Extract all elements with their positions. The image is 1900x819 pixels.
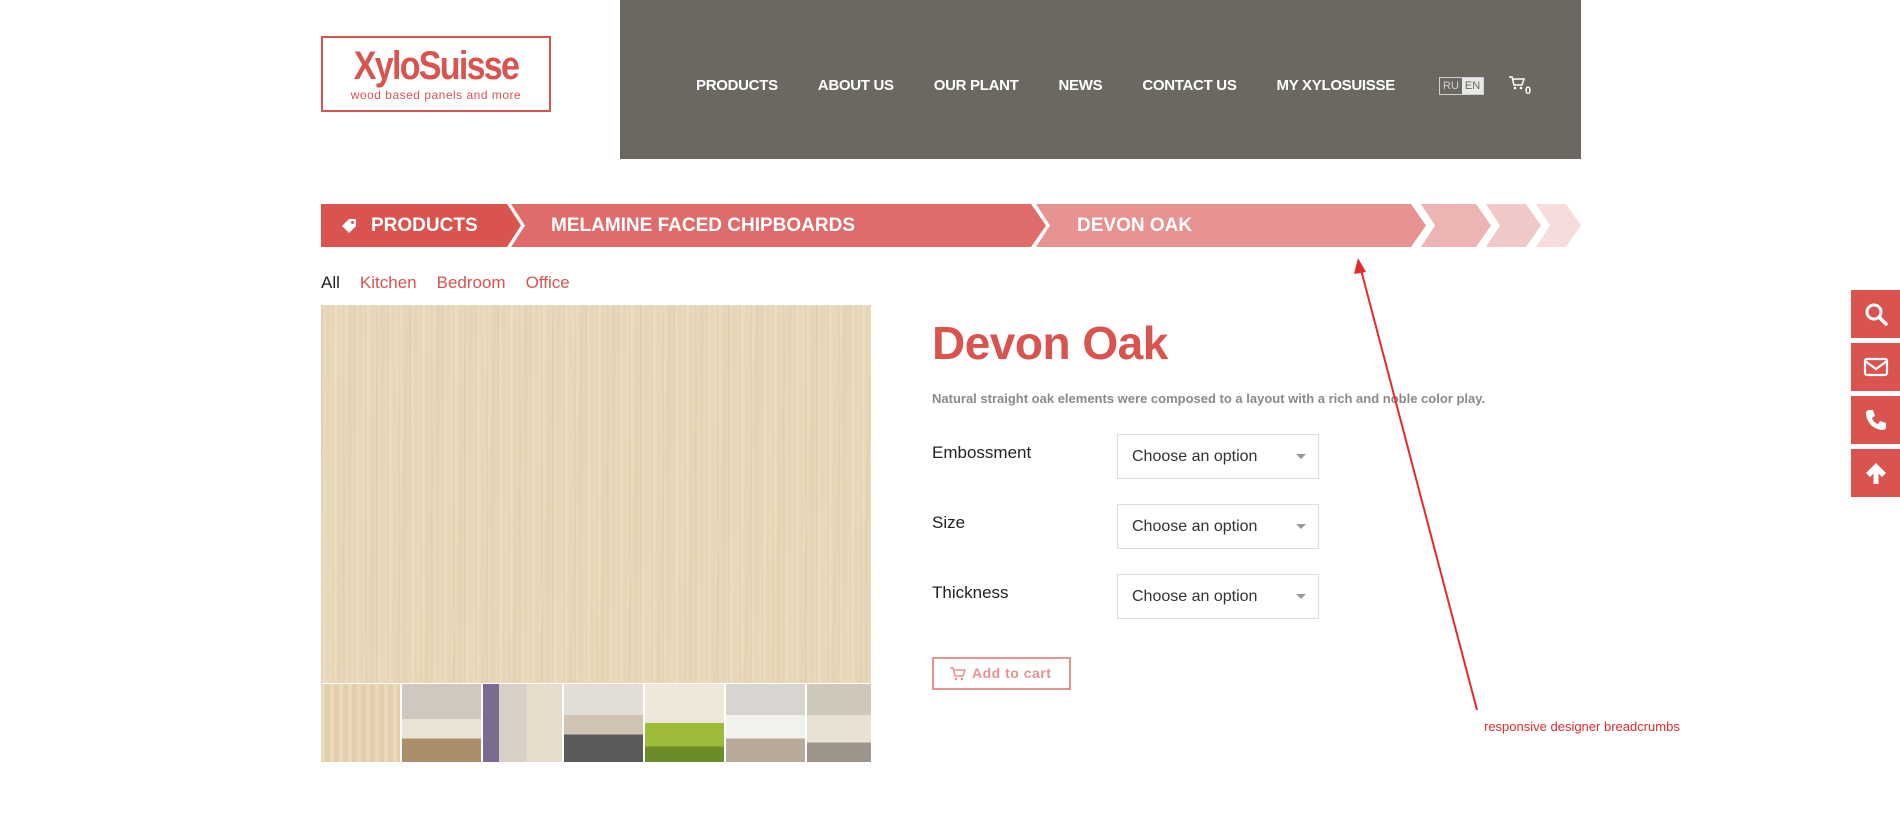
nav-item-contact-us[interactable]: CONTACT US	[1142, 77, 1237, 94]
side-phone-button[interactable]	[1851, 396, 1900, 444]
thumbnail-kids-room-scene[interactable]	[483, 684, 562, 762]
add-to-cart-button[interactable]: Add to cart	[932, 657, 1071, 690]
side-back-to-top-button[interactable]	[1851, 449, 1900, 497]
main-header: PRODUCTS ABOUT US OUR PLANT NEWS CONTACT…	[620, 0, 1581, 159]
cart-count: 0	[1525, 84, 1532, 97]
thumbnail-office-scene[interactable]	[807, 684, 871, 762]
nav-item-about-us[interactable]: ABOUT US	[818, 77, 894, 94]
breadcrumb-decor-chevron	[1536, 204, 1581, 247]
select-value: Choose an option	[1132, 448, 1258, 465]
thumbnail-decor-swatch[interactable]	[321, 684, 400, 762]
cart-icon	[1509, 76, 1526, 90]
envelope-icon	[1863, 357, 1888, 377]
nav-item-our-plant[interactable]: OUR PLANT	[934, 77, 1019, 94]
filter-kitchen[interactable]: Kitchen	[360, 273, 417, 293]
language-switcher: RU EN	[1439, 77, 1485, 95]
select-value: Choose an option	[1132, 518, 1258, 535]
breadcrumb-label: PRODUCTS	[371, 215, 478, 236]
breadcrumb-item-melamine[interactable]: MELAMINE FACED CHIPBOARDS	[511, 204, 1046, 247]
logo-wordmark: XylοSuisse	[353, 44, 520, 88]
lang-en[interactable]: EN	[1461, 78, 1484, 94]
thumbnail-kitchen-scene[interactable]	[564, 684, 643, 762]
filter-office[interactable]: Office	[526, 273, 570, 293]
side-search-button[interactable]	[1851, 290, 1900, 338]
nav-item-my-xylosuisse[interactable]: MY XYLOSUISSE	[1277, 77, 1396, 94]
option-label-thickness: Thickness	[932, 583, 1009, 602]
product-description: Natural straight oak elements were compo…	[932, 391, 1486, 406]
side-email-button[interactable]	[1851, 343, 1900, 391]
annotation-label: responsive designer breadcrumbs	[1484, 719, 1680, 734]
header-cart[interactable]: 0	[1509, 76, 1531, 97]
breadcrumb-label: DEVON OAK	[1077, 215, 1193, 236]
thumbnail-conference-room-scene[interactable]	[726, 684, 805, 762]
thumbnail-living-room-scene[interactable]	[645, 684, 724, 762]
nav-item-news[interactable]: NEWS	[1059, 77, 1103, 94]
product-main-image[interactable]	[321, 305, 871, 683]
lang-ru[interactable]: RU	[1440, 78, 1462, 94]
arrow-up-icon	[1865, 463, 1886, 484]
embossment-select[interactable]: Choose an option	[1117, 434, 1319, 479]
cart-icon	[950, 667, 966, 681]
add-to-cart-label: Add to cart	[972, 665, 1052, 681]
chevron-down-icon	[1296, 594, 1306, 599]
category-filters: All Kitchen Bedroom Office	[321, 273, 570, 293]
breadcrumb-item-current: DEVON OAK	[1036, 204, 1426, 247]
filter-bedroom[interactable]: Bedroom	[437, 273, 506, 293]
breadcrumb-item-products[interactable]: PRODUCTS	[321, 204, 521, 247]
filter-all[interactable]: All	[321, 273, 340, 293]
main-nav: PRODUCTS ABOUT US OUR PLANT NEWS CONTACT…	[696, 77, 1395, 94]
option-label-embossment: Embossment	[932, 443, 1032, 462]
product-title: Devon Oak	[932, 317, 1168, 369]
breadcrumb: PRODUCTS MELAMINE FACED CHIPBOARDS DEVON…	[321, 204, 1581, 247]
tag-icon	[342, 219, 356, 233]
search-icon	[1865, 303, 1888, 326]
site-logo[interactable]: XylοSuisse wood based panels and more	[321, 36, 551, 112]
phone-icon	[1865, 410, 1886, 430]
thumbnail-bedroom-scene[interactable]	[402, 684, 481, 762]
thumbnail-strip	[321, 684, 871, 762]
chevron-down-icon	[1296, 454, 1306, 459]
nav-item-products[interactable]: PRODUCTS	[696, 77, 778, 94]
option-label-size: Size	[932, 513, 966, 532]
breadcrumb-label: MELAMINE FACED CHIPBOARDS	[551, 215, 856, 236]
size-select[interactable]: Choose an option	[1117, 504, 1319, 549]
chevron-down-icon	[1296, 524, 1306, 529]
breadcrumb-decor-chevron	[1421, 204, 1491, 247]
thickness-select[interactable]: Choose an option	[1117, 574, 1319, 619]
logo-tagline: wood based panels and more	[350, 88, 522, 102]
select-value: Choose an option	[1132, 588, 1258, 605]
breadcrumb-decor-chevron	[1486, 204, 1541, 247]
